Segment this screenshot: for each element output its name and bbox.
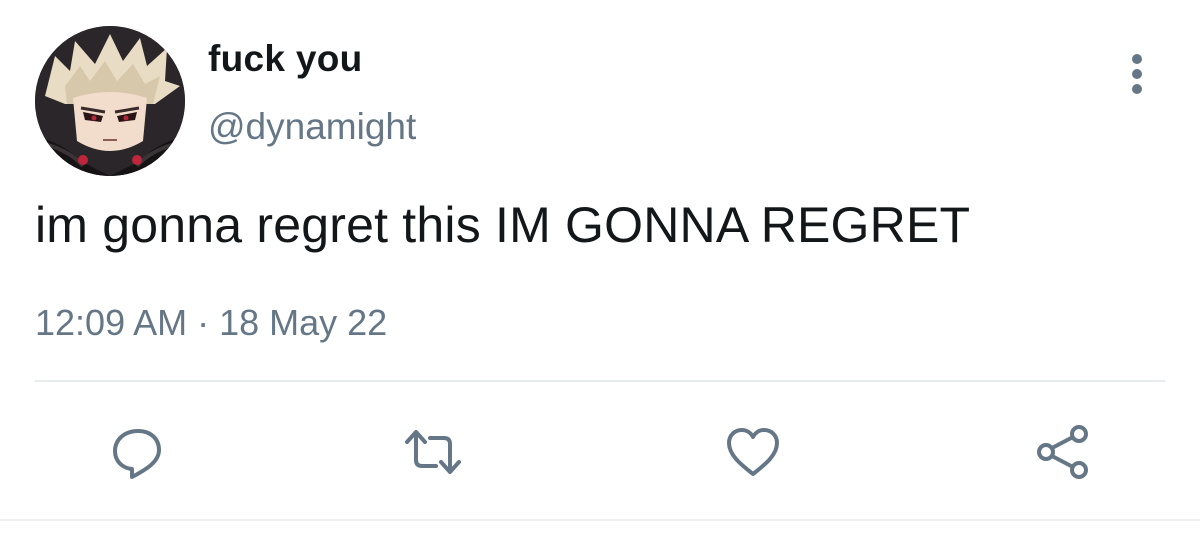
tweet-card: fuck you @dynamight im gonna regret this… (0, 0, 1200, 539)
retweet-icon (405, 430, 461, 474)
like-button[interactable] (723, 422, 783, 482)
divider-bottom (0, 519, 1200, 521)
more-dot (1132, 69, 1142, 79)
more-options-button[interactable] (1118, 50, 1158, 98)
user-handle[interactable]: @dynamight (208, 106, 416, 148)
tweet-text: im gonna regret this IM GONNA REGRET (35, 197, 971, 253)
retweet-button[interactable] (403, 422, 463, 482)
avatar-image (35, 26, 185, 176)
heart-icon (727, 428, 779, 476)
more-dot (1132, 54, 1142, 64)
share-button[interactable] (1033, 422, 1093, 482)
display-name[interactable]: fuck you (208, 38, 363, 80)
comment-icon (113, 429, 161, 479)
more-dot (1132, 84, 1142, 94)
tweet-timestamp[interactable]: 12:09 AM · 18 May 22 (35, 302, 387, 344)
avatar[interactable] (35, 26, 185, 176)
divider (35, 380, 1165, 382)
share-icon (1037, 425, 1088, 479)
reply-button[interactable] (107, 422, 167, 482)
